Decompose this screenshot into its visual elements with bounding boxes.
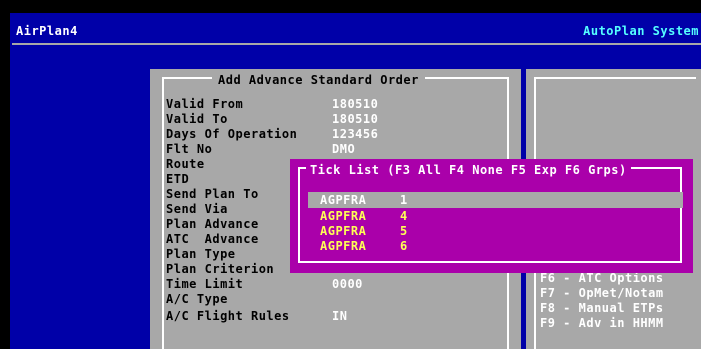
field-label-plan-criterion: Plan Criterion <box>166 262 275 276</box>
field-label-valid-to: Valid To <box>166 112 228 126</box>
tick-list-popup: Tick List (F3 All F4 None F5 Exp F6 Grps… <box>290 159 693 273</box>
field-label-send-plan-to: Send Plan To <box>166 187 259 201</box>
field-label-ac-type: A/C Type <box>166 292 228 306</box>
field-value-ac-flight-rules[interactable]: IN <box>332 309 347 323</box>
app-name: AirPlan4 <box>16 24 78 38</box>
title-divider <box>12 43 701 45</box>
field-label-plan-advance: Plan Advance <box>166 217 259 231</box>
fkey-manual-etps[interactable]: F8 - Manual ETPs <box>540 301 664 315</box>
dialog-title: Add Advance Standard Order <box>212 73 425 87</box>
tick-list-item-number[interactable]: 1 <box>400 193 408 207</box>
tick-list-item-number[interactable]: 4 <box>400 209 408 223</box>
fkey-opmet-notam[interactable]: F7 - OpMet/Notam <box>540 286 664 300</box>
field-label-days-of-operation: Days Of Operation <box>166 127 298 141</box>
fkey-adv-in-hhmm[interactable]: F9 - Adv in HHMM <box>540 316 664 330</box>
tick-list-item-code[interactable]: AGPFRA <box>320 193 366 207</box>
title-bar: AirPlan4 AutoPlan System <box>10 13 701 45</box>
tick-list-title: Tick List (F3 All F4 None F5 Exp F6 Grps… <box>306 163 631 177</box>
field-label-atc-advance: ATC Advance <box>166 232 259 246</box>
field-value-flt-no[interactable]: DMO <box>332 142 355 156</box>
fkey-atc-options[interactable]: F6 - ATC Options <box>540 271 664 285</box>
field-label-etd: ETD <box>166 172 190 186</box>
field-label-send-via: Send Via <box>166 202 228 216</box>
tick-list-item-code[interactable]: AGPFRA <box>320 239 366 253</box>
field-label-time-limit: Time Limit <box>166 277 244 291</box>
tick-list-item-code[interactable]: AGPFRA <box>320 209 366 223</box>
system-name: AutoPlan System <box>583 24 699 38</box>
tick-list-item-number[interactable]: 5 <box>400 224 408 238</box>
terminal-screen: AirPlan4 AutoPlan System Add Advance Sta… <box>10 13 701 349</box>
field-label-ac-flight-rules: A/C Flight Rules <box>166 309 290 323</box>
field-label-flt-no: Flt No <box>166 142 213 156</box>
field-label-plan-type: Plan Type <box>166 247 236 261</box>
tick-list-item-code[interactable]: AGPFRA <box>320 224 366 238</box>
field-label-route: Route <box>166 157 205 171</box>
field-value-valid-from[interactable]: 180510 <box>332 97 378 111</box>
field-value-time-limit[interactable]: 0000 <box>332 277 363 291</box>
field-value-valid-to[interactable]: 180510 <box>332 112 378 126</box>
field-value-days-of-operation[interactable]: 123456 <box>332 127 378 141</box>
tick-list-item-number[interactable]: 6 <box>400 239 408 253</box>
field-label-valid-from: Valid From <box>166 97 244 111</box>
